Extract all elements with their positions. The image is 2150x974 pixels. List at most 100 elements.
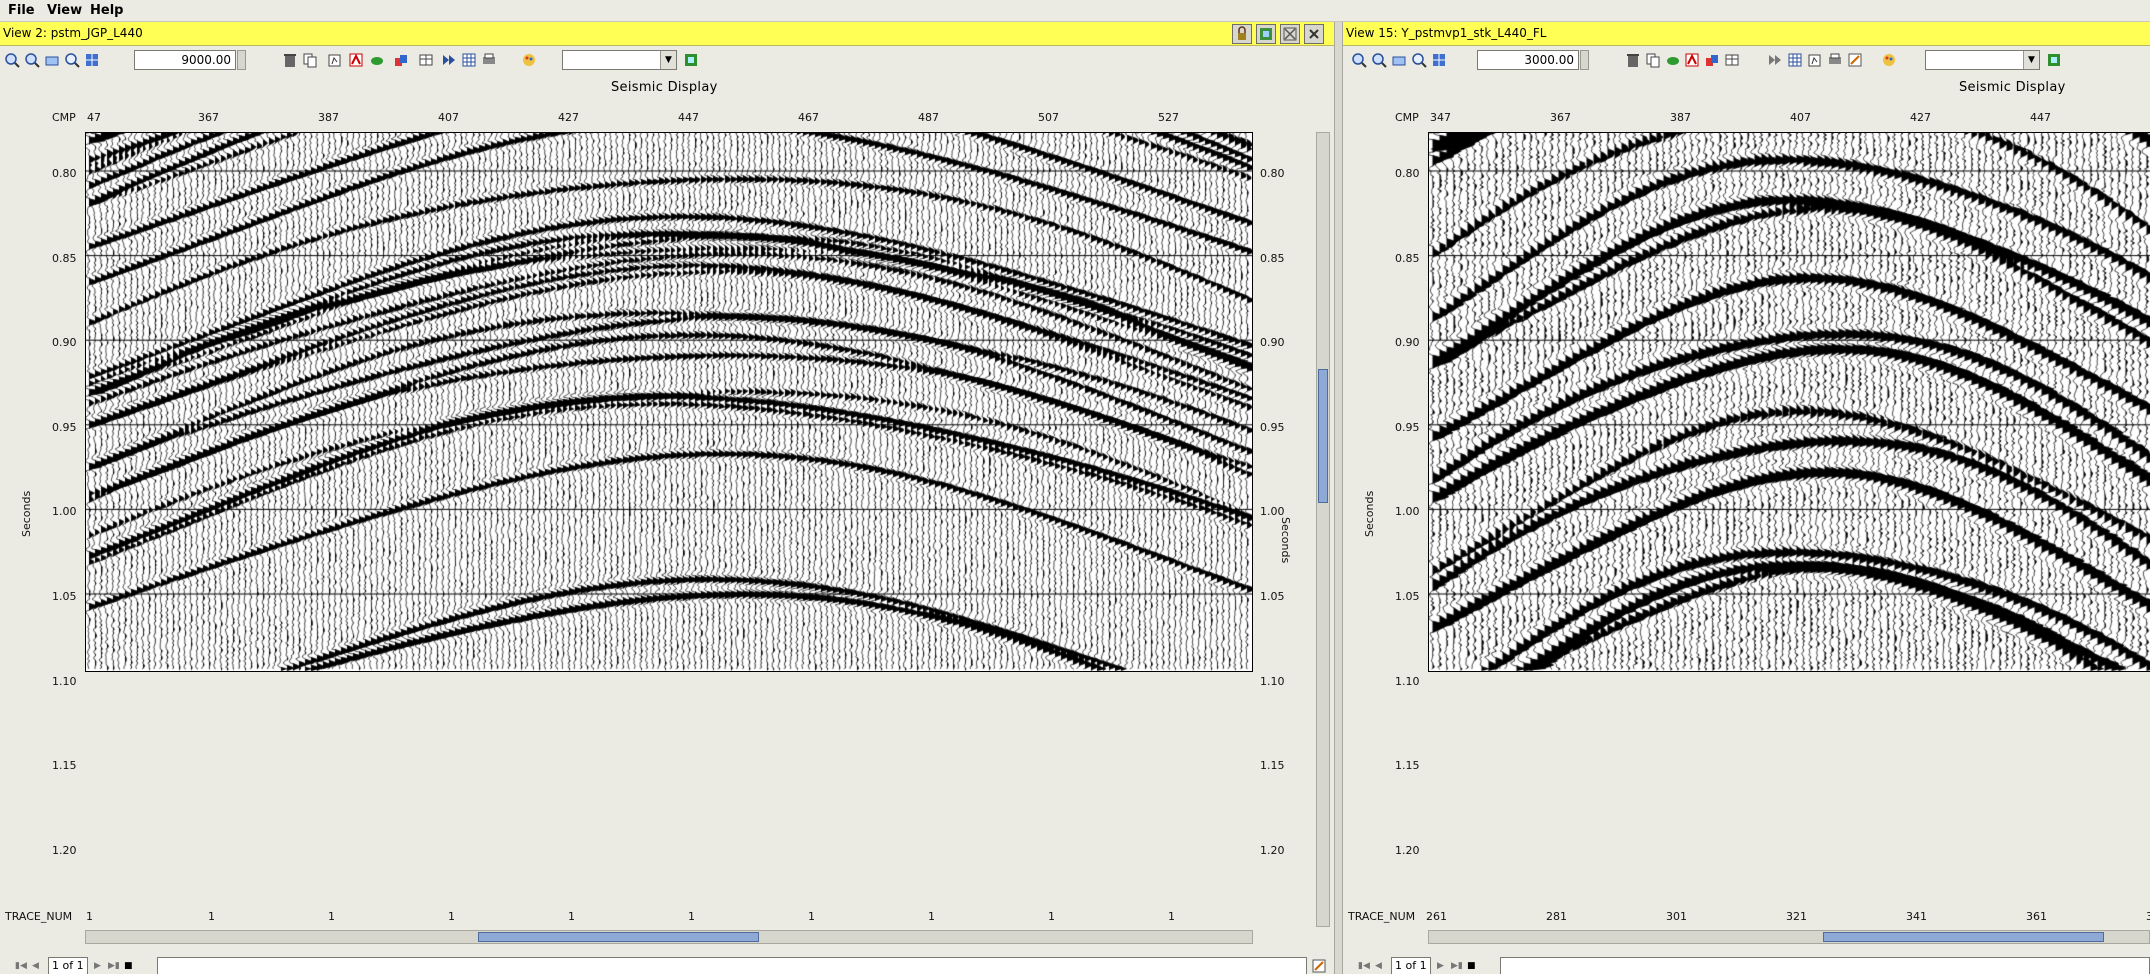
left-vertical-scrollbar[interactable] [1316, 132, 1330, 927]
cmp-tick-label: 407 [438, 111, 459, 124]
left-y-label-right: Seconds [1279, 517, 1292, 564]
trace-tick-label: 261 [1426, 910, 1447, 923]
view-splitter[interactable] [1334, 22, 1343, 974]
export-icon[interactable] [1807, 52, 1823, 68]
zoom-reset-icon[interactable] [1411, 52, 1427, 68]
plot-icon[interactable] [1684, 52, 1700, 68]
print-icon[interactable] [1827, 52, 1843, 68]
color-icon[interactable] [369, 52, 385, 68]
trace-tick-label: 1 [86, 910, 93, 923]
last-page-icon[interactable]: ▶▮ [108, 961, 120, 971]
left-status-bar: ▮◀ ◀ 1 of 1 ▶ ▶▮ ■ [0, 957, 1334, 974]
prev-page-icon[interactable]: ◀ [1375, 961, 1382, 971]
fit-icon[interactable] [1431, 52, 1447, 68]
zoom-in-icon[interactable] [1351, 52, 1367, 68]
next-page-icon[interactable]: ▶ [1437, 961, 1444, 971]
zoom-out-icon[interactable] [24, 52, 40, 68]
plot-icon[interactable] [348, 52, 364, 68]
layers-icon[interactable] [393, 52, 409, 68]
trace-tick-label: 1 [928, 910, 935, 923]
forward-icon[interactable] [1767, 52, 1783, 68]
layers-icon[interactable] [1704, 52, 1720, 68]
right-horizontal-scrollbar[interactable] [1428, 930, 2150, 944]
trace-tick-label: 3 [2146, 910, 2150, 923]
menubar: File View Help [0, 0, 2150, 22]
left-seismic-display[interactable] [85, 132, 1253, 672]
left-display-title: Seismic Display [611, 80, 718, 95]
grid-icon[interactable] [1787, 52, 1803, 68]
cmp-tick-label: 407 [1790, 111, 1811, 124]
menu-file[interactable]: File [8, 3, 35, 18]
left-vscroll-thumb[interactable] [1318, 369, 1328, 503]
palette-icon[interactable] [521, 52, 537, 68]
delete-icon[interactable] [282, 52, 298, 68]
stop-icon[interactable]: ■ [1467, 961, 1476, 971]
first-page-icon[interactable]: ▮◀ [15, 961, 27, 971]
copy-icon[interactable] [302, 52, 318, 68]
right-status-bar: ▮◀ ◀ 1 of 1 ▶ ▶▮ ■ [1343, 957, 2150, 974]
seismic-wiggle-canvas [1429, 133, 2150, 671]
trace-tick-label: 1 [1048, 910, 1055, 923]
zoom-in-icon[interactable] [4, 52, 20, 68]
menu-help[interactable]: Help [90, 3, 123, 18]
lock-icon[interactable] [1232, 24, 1252, 44]
left-zoom-field[interactable]: 9000.00 [134, 50, 236, 70]
copy-icon[interactable] [1645, 52, 1661, 68]
right-display-combo[interactable]: ▼ [1925, 50, 2040, 70]
grid-icon[interactable] [461, 52, 477, 68]
prev-page-icon[interactable]: ◀ [32, 961, 39, 971]
first-page-icon[interactable]: ▮◀ [1358, 961, 1370, 971]
cmp-tick-label: 347 [1430, 111, 1451, 124]
fit-icon[interactable] [84, 52, 100, 68]
time-tick-label-right: 1.20 [1260, 843, 1285, 857]
color-icon[interactable] [1665, 52, 1681, 68]
time-tick-label-right: 1.00 [1260, 505, 1285, 519]
right-view-title: View 15: Y_pstmvp1_stk_L440_FL [1346, 26, 1547, 40]
palette-icon[interactable] [1881, 52, 1897, 68]
last-page-icon[interactable]: ▶▮ [1451, 961, 1463, 971]
delete-icon[interactable] [1625, 52, 1641, 68]
table-icon[interactable] [1724, 52, 1740, 68]
cmp-tick-label: 487 [918, 111, 939, 124]
time-tick-label-right: 0.85 [1260, 251, 1285, 265]
right-zoom-field[interactable]: 3000.00 [1477, 50, 1579, 70]
apply-icon[interactable] [2046, 52, 2062, 68]
left-toolbar: 9000.00 ▼ [0, 47, 1334, 73]
next-page-icon[interactable]: ▶ [94, 961, 101, 971]
left-display-combo[interactable]: ▼ [562, 50, 677, 70]
time-tick-label: 0.95 [52, 420, 77, 434]
right-hscroll-thumb[interactable] [1823, 932, 2104, 942]
table-icon[interactable] [418, 52, 434, 68]
right-zoom-spinner[interactable] [1580, 50, 1589, 70]
forward-icon[interactable] [441, 52, 457, 68]
chevron-down-icon[interactable]: ▼ [660, 51, 676, 69]
maximize-icon[interactable] [1280, 24, 1300, 44]
menu-view[interactable]: View [47, 3, 82, 18]
right-page-field[interactable]: 1 of 1 [1391, 957, 1431, 974]
cmp-tick-label: 387 [1670, 111, 1691, 124]
time-tick-label: 1.10 [1395, 674, 1420, 688]
zoom-reset-icon[interactable] [64, 52, 80, 68]
zoom-box-icon[interactable] [1391, 52, 1407, 68]
left-page-field[interactable]: 1 of 1 [48, 957, 88, 974]
right-view-panel: View 15: Y_pstmvp1_stk_L440_FL 3000.00 ▼… [1343, 22, 2150, 974]
edit-icon[interactable] [1311, 958, 1327, 974]
time-tick-label: 1.20 [1395, 843, 1420, 857]
refresh-icon[interactable] [1256, 24, 1276, 44]
export-icon[interactable] [327, 52, 343, 68]
cmp-tick-label: 367 [198, 111, 219, 124]
right-trace-label: TRACE_NUM [1348, 910, 1416, 923]
left-horizontal-scrollbar[interactable] [85, 930, 1253, 944]
edit-icon[interactable] [1847, 52, 1863, 68]
left-hscroll-thumb[interactable] [478, 932, 759, 942]
left-zoom-spinner[interactable] [237, 50, 246, 70]
stop-icon[interactable]: ■ [124, 961, 133, 971]
right-seismic-display[interactable] [1428, 132, 2150, 672]
zoom-box-icon[interactable] [44, 52, 60, 68]
print-icon[interactable] [481, 52, 497, 68]
zoom-out-icon[interactable] [1371, 52, 1387, 68]
close-icon[interactable] [1304, 24, 1324, 44]
left-status-field [157, 957, 1307, 974]
apply-icon[interactable] [683, 52, 699, 68]
chevron-down-icon[interactable]: ▼ [2023, 51, 2039, 69]
